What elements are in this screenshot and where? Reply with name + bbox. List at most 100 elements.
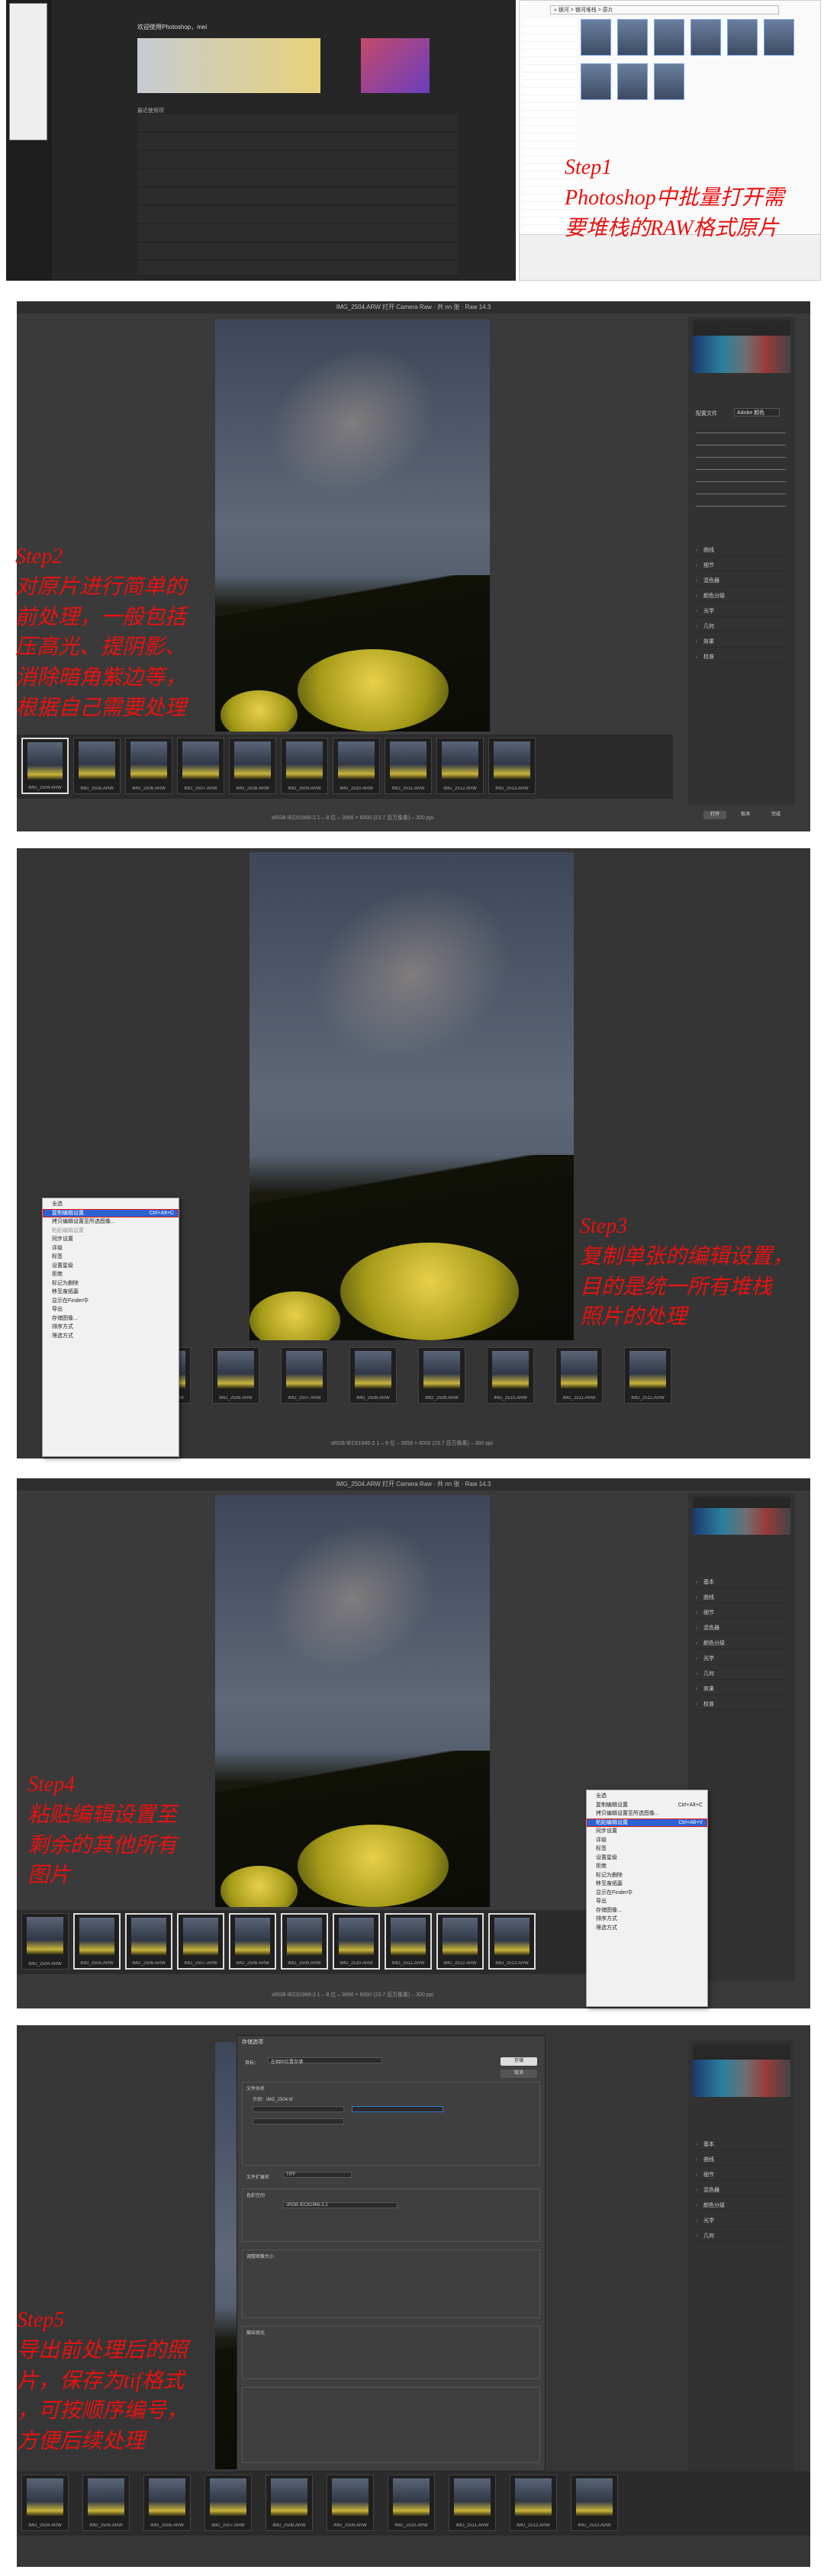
filmstrip-thumb[interactable]: IMG_2509.ARW [281, 738, 328, 794]
menu-item[interactable]: 显示在Finder中 [43, 1297, 179, 1306]
panel-row[interactable]: 混色器 [696, 2185, 787, 2196]
workflow-status-link[interactable]: sRGB IEC61966-2.1 – 8 位 – 3956 × 6000 (2… [215, 1991, 490, 1999]
filmstrip-thumb[interactable]: IMG_2511.ARW [555, 1347, 603, 1404]
raw-file-thumb[interactable] [690, 19, 721, 56]
panel-row[interactable]: 颜色分级 [696, 2201, 787, 2211]
panel-row[interactable]: 光学 [696, 606, 787, 617]
menu-item[interactable]: 存储图像... [587, 1906, 707, 1915]
done-button[interactable]: 完成 [764, 811, 787, 819]
filmstrip-thumb[interactable]: IMG_2509.ARW [281, 1913, 328, 1970]
menu-item-paste-settings[interactable]: 粘贴编辑设置 Ctrl+Alt+V [587, 1818, 707, 1827]
filmstrip-thumb[interactable]: IMG_2508.ARW [229, 738, 276, 794]
panel-row[interactable]: 几何 [696, 1669, 787, 1680]
menu-item[interactable]: 拒绝 [43, 1270, 179, 1279]
panel-row[interactable]: 混色器 [696, 576, 787, 587]
filmstrip-thumb[interactable]: IMG_2511.ARW [449, 2475, 496, 2531]
menu-item[interactable]: 全选 [587, 1792, 707, 1801]
naming-field-2[interactable] [352, 2106, 443, 2112]
panel-row[interactable]: 几何 [696, 622, 787, 632]
raw-file-thumb[interactable] [581, 63, 611, 100]
menu-item[interactable]: 排序方式 [43, 1323, 179, 1332]
filmstrip-thumb[interactable]: IMG_2504.ARW [21, 1913, 69, 1970]
filmstrip-thumb[interactable]: IMG_2512.ARW [436, 738, 484, 794]
filmstrip-thumb[interactable]: IMG_2504.ARW [21, 738, 69, 794]
menu-item[interactable]: 存储图像... [43, 1314, 179, 1323]
filmstrip-thumb[interactable]: IMG_2508.ARW [266, 2475, 313, 2531]
menu-item[interactable]: 拷贝编辑设置至所选图像... [43, 1217, 179, 1227]
menu-item[interactable]: 标记为删除 [43, 1279, 179, 1288]
color-space-select[interactable]: sRGB IEC61966-2.1 [283, 2202, 398, 2208]
panel-row[interactable]: 颜色分级 [696, 591, 787, 602]
filmstrip-thumb[interactable]: IMG_2508.ARW [349, 1347, 397, 1404]
filmstrip-thumb[interactable]: IMG_2509.ARW [327, 2475, 374, 2531]
panel-row[interactable]: 校准 [696, 1700, 787, 1710]
menu-item-paste-settings[interactable]: 粘贴编辑设置 [43, 1227, 179, 1236]
filmstrip-thumb[interactable]: IMG_2509.ARW [418, 1347, 465, 1404]
menu-item[interactable]: 同步设置 [43, 1235, 179, 1244]
filmstrip-thumb[interactable]: IMG_2510.ARW [388, 2475, 435, 2531]
raw-file-thumb[interactable] [617, 63, 648, 100]
panel-row[interactable]: 基本 [696, 1577, 787, 1588]
menu-item-copy-settings[interactable]: 复制编辑设置 Ctrl+Alt+C [587, 1801, 707, 1810]
explorer-address-bar[interactable]: « 银河 > 银河堆栈 > 原片 [550, 5, 779, 14]
filmstrip-thumb[interactable]: IMG_2511.ARW [385, 1913, 432, 1970]
panel-row[interactable]: 几何 [696, 2231, 787, 2242]
filmstrip-thumb[interactable]: IMG_2513.ARW [488, 738, 536, 794]
panel-row[interactable]: 曲线 [696, 1593, 787, 1603]
raw-file-thumb[interactable] [617, 19, 648, 56]
filmstrip-thumb[interactable]: IMG_2512.ARW [436, 1913, 484, 1970]
menu-item[interactable]: 导出 [43, 1305, 179, 1314]
raw-file-thumb[interactable] [727, 19, 758, 56]
filmstrip-thumb[interactable]: IMG_2505.ARW [82, 2475, 130, 2531]
panel-row[interactable]: 校准 [696, 652, 787, 663]
filmstrip-thumb[interactable]: IMG_2506.ARW [125, 738, 172, 794]
filmstrip-thumb[interactable]: IMG_2506.ARW [212, 1347, 259, 1404]
recent-file-list[interactable] [137, 114, 458, 275]
menu-item[interactable]: 同步设置 [587, 1827, 707, 1836]
menu-item[interactable]: 评级 [587, 1836, 707, 1845]
filmstrip-thumb[interactable]: IMG_2513.ARW [571, 2475, 618, 2531]
raw-file-thumb[interactable] [654, 19, 684, 56]
workflow-status-link[interactable]: sRGB IEC61966-2.1 – 8 位 – 3956 × 6000 (2… [249, 1439, 574, 1447]
panel-row[interactable]: 光学 [696, 2216, 787, 2227]
filmstrip-thumb[interactable]: IMG_2507.ARW [177, 1913, 224, 1970]
filmstrip-thumb[interactable]: IMG_2510.ARW [487, 1347, 534, 1404]
filmstrip-thumb[interactable]: IMG_2507.ARW [204, 2475, 252, 2531]
filmstrip-thumb[interactable]: IMG_2511.ARW [385, 738, 432, 794]
panel-row[interactable]: 混色器 [696, 1623, 787, 1634]
ps-banner-card[interactable] [137, 38, 320, 93]
menu-item[interactable]: 拒绝 [587, 1862, 707, 1871]
menu-item[interactable]: 全选 [43, 1200, 179, 1209]
panel-row[interactable]: 曲线 [696, 2155, 787, 2166]
menu-item[interactable]: 评级 [43, 1244, 179, 1253]
panel-row[interactable]: 光学 [696, 1654, 787, 1664]
filmstrip-thumb[interactable]: IMG_2506.ARW [125, 1913, 172, 1970]
panel-row[interactable]: 效果 [696, 1684, 787, 1695]
menu-item[interactable]: 设置星级 [587, 1854, 707, 1863]
filmstrip-thumb[interactable]: IMG_2505.ARW [73, 738, 121, 794]
raw-file-thumb[interactable] [764, 19, 794, 56]
filmstrip-thumb[interactable]: IMG_2512.ARW [510, 2475, 557, 2531]
menu-item[interactable]: 筛选方式 [587, 1924, 707, 1933]
menu-item[interactable]: 设置星级 [43, 1262, 179, 1271]
naming-field-3[interactable] [253, 2118, 344, 2124]
raw-file-thumb[interactable] [654, 63, 684, 100]
filmstrip-thumb[interactable]: IMG_2507.ARW [177, 738, 224, 794]
filmstrip-thumb[interactable]: IMG_2505.ARW [73, 1913, 121, 1970]
filmstrip-thumb[interactable]: IMG_2504.ARW [21, 2475, 69, 2531]
menu-item[interactable]: 标签 [43, 1253, 179, 1262]
basic-sliders[interactable] [696, 423, 786, 515]
filmstrip-thumb[interactable]: IMG_2508.ARW [229, 1913, 276, 1970]
format-select[interactable]: TIFF [283, 2172, 352, 2178]
menu-item[interactable]: 标签 [587, 1844, 707, 1854]
panel-row[interactable]: 细节 [696, 1608, 787, 1619]
explorer-file-grid[interactable] [581, 19, 817, 111]
ps-banner-card-2[interactable] [361, 38, 430, 93]
panel-row[interactable]: 细节 [696, 561, 787, 571]
filmstrip-thumb[interactable]: IMG_2513.ARW [488, 1913, 536, 1970]
filmstrip-thumb[interactable]: IMG_2512.ARW [624, 1347, 671, 1404]
naming-field-1[interactable] [253, 2106, 344, 2112]
filmstrip-thumb[interactable]: IMG_2510.ARW [333, 1913, 380, 1970]
filmstrip-thumb[interactable]: IMG_2507.ARW [281, 1347, 328, 1404]
menu-item[interactable]: 导出 [587, 1897, 707, 1906]
